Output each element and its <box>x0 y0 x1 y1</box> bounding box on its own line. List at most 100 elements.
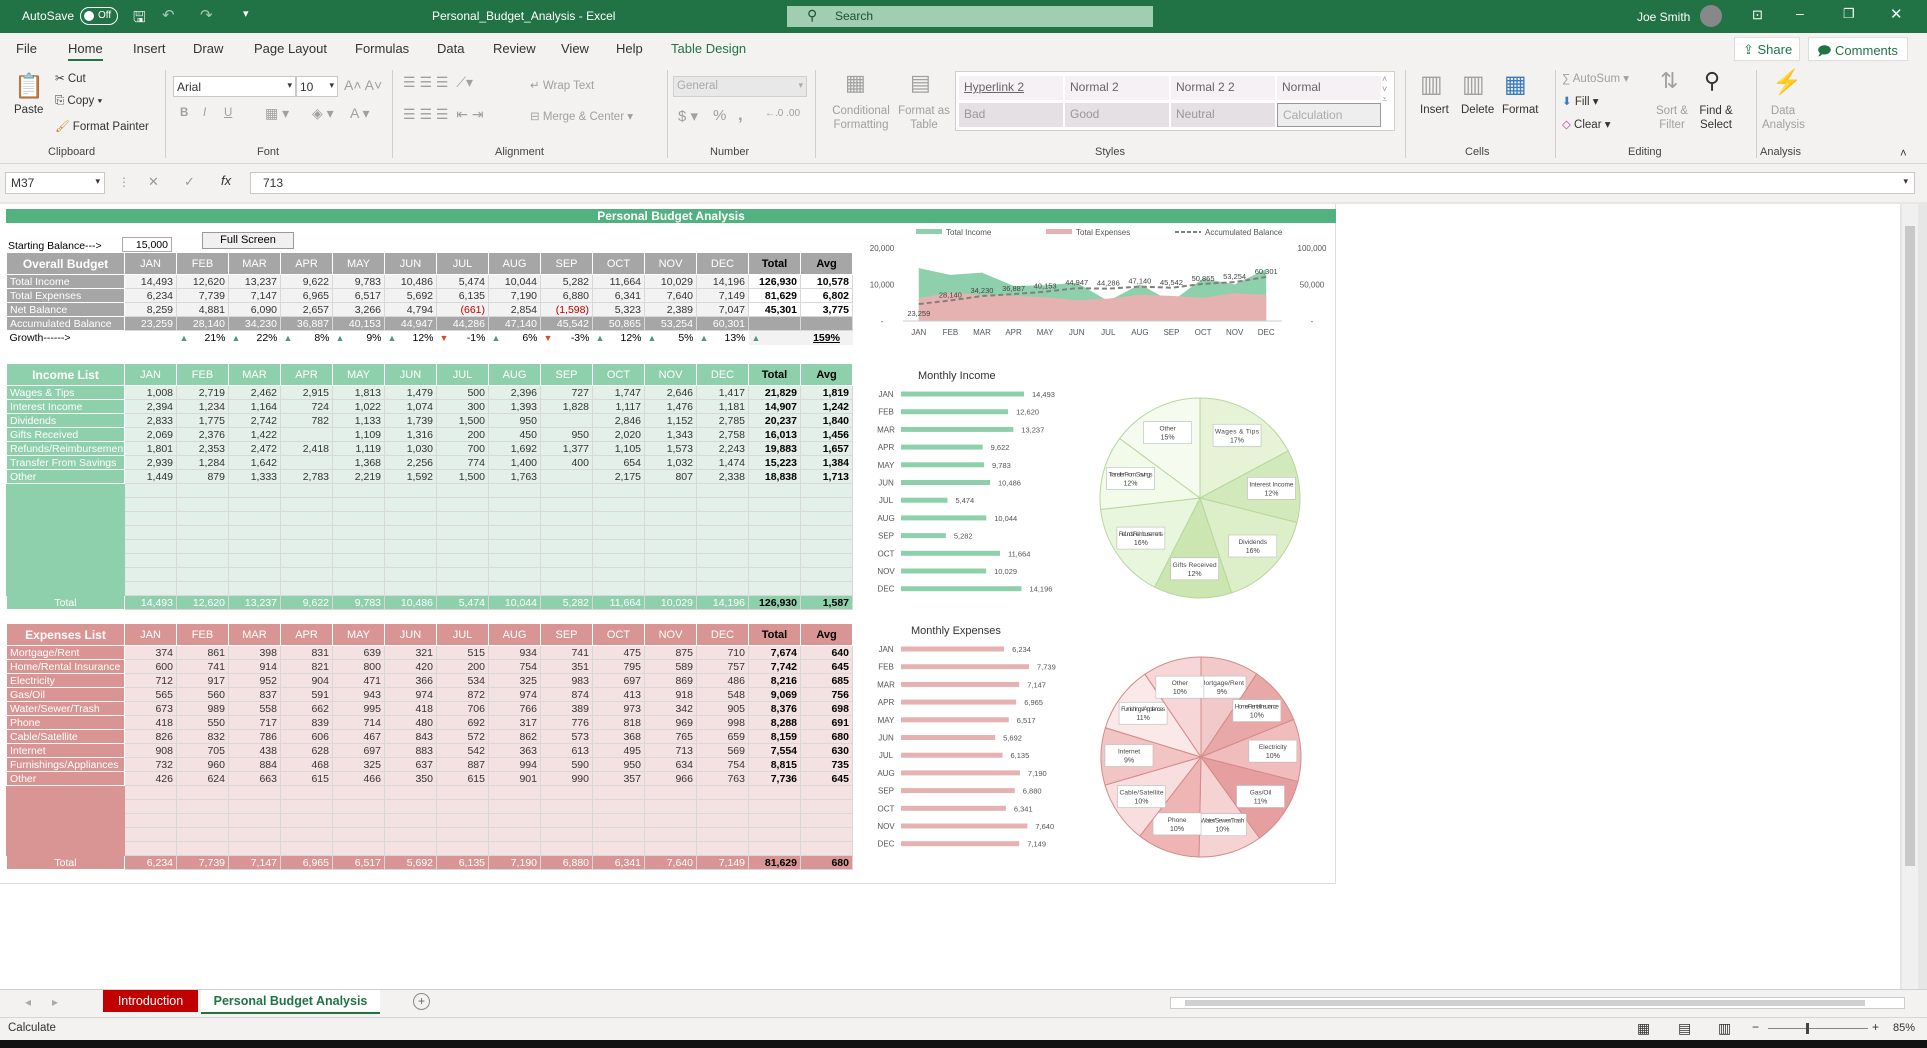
cell-jul[interactable]: 615 <box>436 771 489 786</box>
style-good[interactable]: Good <box>1065 103 1169 127</box>
cell-nov[interactable]: 807 <box>644 469 697 484</box>
tab-formulas[interactable]: Formulas <box>355 41 409 56</box>
cell-oct[interactable]: 5,323 <box>592 302 645 317</box>
cell-may[interactable]: 1,813 <box>332 385 385 400</box>
ribbon-display-icon[interactable]: ⊡ <box>1752 7 1763 23</box>
empty-cell[interactable] <box>748 813 801 828</box>
cell-avg[interactable]: 1,840 <box>800 413 853 428</box>
normal-view-icon[interactable]: ▦ <box>1637 1020 1650 1037</box>
cell-aug[interactable]: 754 <box>488 659 541 674</box>
style-normal-2[interactable]: Normal 2 <box>1065 76 1169 100</box>
cell-apr[interactable]: 839 <box>280 715 333 730</box>
cell-nov[interactable]: 765 <box>644 729 697 744</box>
empty-cell[interactable] <box>332 841 385 856</box>
cell-mar[interactable]: 2,742 <box>228 413 281 428</box>
cell-may[interactable]: 2,219 <box>332 469 385 484</box>
cell-jul[interactable]: 700 <box>436 441 489 456</box>
paste-button[interactable]: Paste <box>14 104 43 116</box>
cell-feb[interactable]: 989 <box>176 701 229 716</box>
cell-may[interactable]: 943 <box>332 687 385 702</box>
cell-aug[interactable]: 934 <box>488 645 541 660</box>
tab-data[interactable]: Data <box>437 41 464 56</box>
cell-total[interactable]: 15,223 <box>748 455 801 470</box>
empty-cell[interactable] <box>280 567 333 582</box>
cell-avg[interactable]: 645 <box>800 771 853 786</box>
empty-cell[interactable] <box>748 539 801 554</box>
cell-aug[interactable]: 862 <box>488 729 541 744</box>
cell-jul[interactable]: 6,135 <box>436 288 489 303</box>
empty-cell[interactable] <box>748 553 801 568</box>
empty-cell[interactable] <box>540 827 593 842</box>
cell-oct[interactable]: 11,664 <box>592 595 645 610</box>
cell-may[interactable]: 3,266 <box>332 302 385 317</box>
cell-apr[interactable]: 831 <box>280 645 333 660</box>
clear-button[interactable]: ◇ Clear ▾ <box>1562 117 1611 131</box>
cell-mar[interactable]: 7,147 <box>228 288 281 303</box>
cell-dec[interactable]: 7,047 <box>696 302 749 317</box>
cell-jul[interactable]: 534 <box>436 673 489 688</box>
cell-may[interactable]: 471 <box>332 673 385 688</box>
cell-jan[interactable]: 374 <box>124 645 177 660</box>
cell-total[interactable]: 7,674 <box>748 645 801 660</box>
empty-cell[interactable] <box>124 827 177 842</box>
cell-dec[interactable]: 1,417 <box>696 385 749 400</box>
cell-total[interactable]: 16,013 <box>748 427 801 442</box>
cell-total[interactable]: 8,159 <box>748 729 801 744</box>
cell-aug[interactable]: 766 <box>488 701 541 716</box>
empty-cell[interactable] <box>6 799 125 814</box>
cell-jan[interactable]: 2,833 <box>124 413 177 428</box>
empty-cell[interactable] <box>644 553 697 568</box>
cell-jun[interactable]: 5,692 <box>384 855 437 870</box>
cell-jan[interactable]: 426 <box>124 771 177 786</box>
empty-cell[interactable] <box>436 553 489 568</box>
cell-avg[interactable]: 1,713 <box>800 469 853 484</box>
cell-oct[interactable]: 1,747 <box>592 385 645 400</box>
empty-cell[interactable] <box>332 827 385 842</box>
empty-cell[interactable] <box>280 539 333 554</box>
empty-cell[interactable] <box>176 785 229 800</box>
cell-mar[interactable]: 1,164 <box>228 399 281 414</box>
empty-cell[interactable] <box>6 497 125 512</box>
empty-cell[interactable] <box>696 581 749 596</box>
empty-cell[interactable] <box>748 785 801 800</box>
cell-apr[interactable]: 36,887 <box>280 316 333 331</box>
cell-nov[interactable]: 1,152 <box>644 413 697 428</box>
empty-cell[interactable] <box>488 497 541 512</box>
cell-jul[interactable]: (661) <box>436 302 489 317</box>
empty-cell[interactable] <box>228 581 281 596</box>
cell-jul[interactable]: 542 <box>436 743 489 758</box>
empty-cell[interactable] <box>488 567 541 582</box>
empty-cell[interactable] <box>6 567 125 582</box>
cell-feb[interactable]: 917 <box>176 673 229 688</box>
worksheet[interactable]: Personal Budget Analysis Starting Balanc… <box>0 204 1918 989</box>
cell-sep[interactable]: 1,828 <box>540 399 593 414</box>
cell-jul[interactable]: 887 <box>436 757 489 772</box>
cell-nov[interactable]: 53,254 <box>644 316 697 331</box>
delete-button[interactable]: Delete <box>1461 104 1494 116</box>
cell-oct[interactable]: 818 <box>592 715 645 730</box>
copy-button[interactable]: ⎘ Copy ▾ <box>55 95 102 108</box>
empty-cell[interactable] <box>176 497 229 512</box>
cell-aug[interactable]: 325 <box>488 673 541 688</box>
empty-cell[interactable] <box>332 483 385 498</box>
empty-cell[interactable] <box>696 539 749 554</box>
empty-cell[interactable] <box>696 813 749 828</box>
empty-cell[interactable] <box>592 581 645 596</box>
cell-aug[interactable]: 974 <box>488 687 541 702</box>
empty-cell[interactable] <box>748 827 801 842</box>
empty-cell[interactable] <box>644 511 697 526</box>
cell-avg[interactable]: 1,384 <box>800 455 853 470</box>
cancel-icon[interactable]: ✕ <box>148 174 159 190</box>
cell-aug[interactable]: 994 <box>488 757 541 772</box>
cell-jun[interactable]: 10,486 <box>384 274 437 289</box>
empty-cell[interactable] <box>228 497 281 512</box>
cell-total[interactable]: 14,907 <box>748 399 801 414</box>
format-button[interactable]: Format <box>1502 104 1538 116</box>
underline-button[interactable]: U <box>224 107 232 119</box>
page-break-view-icon[interactable]: ▥ <box>1718 1020 1731 1037</box>
empty-cell[interactable] <box>176 525 229 540</box>
cell-avg[interactable]: 645 <box>800 659 853 674</box>
cell-mar[interactable]: 13,237 <box>228 595 281 610</box>
cell-dec[interactable]: 7,149 <box>696 288 749 303</box>
sheet-tab-introduction[interactable]: Introduction <box>103 990 198 1012</box>
